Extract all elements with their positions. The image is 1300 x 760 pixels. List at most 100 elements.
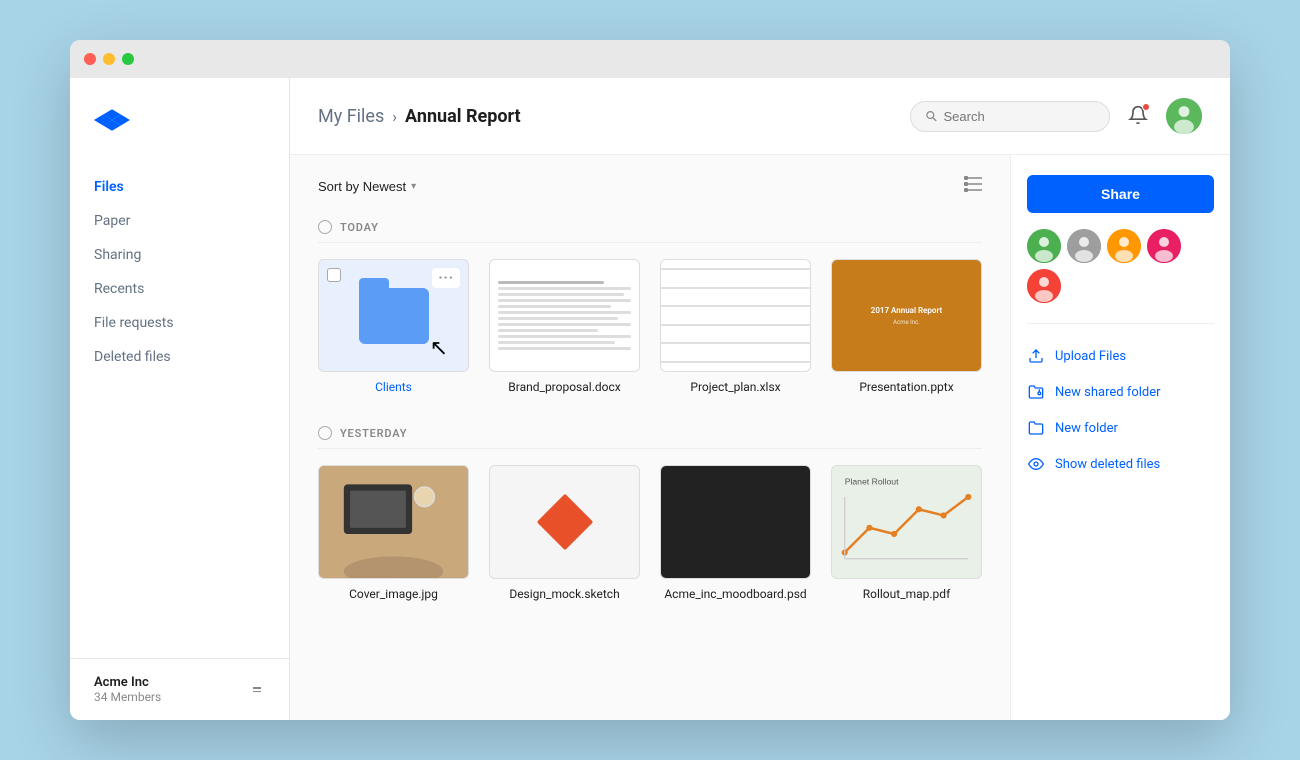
- breadcrumb: My Files › Annual Report: [318, 106, 521, 127]
- new-folder-action[interactable]: New folder: [1027, 410, 1214, 446]
- file-item-brand-proposal[interactable]: Brand_proposal.docx: [489, 259, 640, 394]
- clock-icon-2: [318, 426, 332, 440]
- new-folder-icon: [1027, 419, 1045, 437]
- file-name-clients: Clients: [375, 380, 412, 394]
- breadcrumb-current: Annual Report: [405, 106, 521, 127]
- chevron-down-line: [253, 691, 261, 693]
- sidebar-footer-chevron[interactable]: [249, 683, 265, 696]
- sort-button[interactable]: Sort by Newest ▾: [318, 179, 416, 194]
- photo-svg: [319, 466, 468, 577]
- breadcrumb-parent[interactable]: My Files: [318, 106, 384, 127]
- sheet-thumbnail: [660, 259, 811, 372]
- file-item-rollout-map[interactable]: Planet Rollout: [831, 465, 982, 600]
- sidebar: Files Paper Sharing Recents File request…: [70, 78, 290, 720]
- photo-thumbnail: [318, 465, 469, 578]
- sidebar-footer: Acme Inc 34 Members: [70, 658, 289, 720]
- notifications-button[interactable]: [1124, 101, 1152, 132]
- close-dot[interactable]: [84, 53, 96, 65]
- header: My Files › Annual Report: [290, 78, 1230, 155]
- show-deleted-action[interactable]: Show deleted files: [1027, 446, 1214, 482]
- breadcrumb-separator: ›: [392, 107, 397, 126]
- file-name-cover-image: Cover_image.jpg: [349, 587, 438, 601]
- pdf-thumbnail: Planet Rollout: [831, 465, 982, 578]
- header-right: [910, 98, 1202, 134]
- file-name-design-mock: Design_mock.sketch: [509, 587, 619, 601]
- new-folder-label: New folder: [1055, 421, 1118, 436]
- clock-icon: [318, 220, 332, 234]
- acme-inc-info: Acme Inc 34 Members: [94, 675, 161, 704]
- list-view-button[interactable]: [964, 175, 982, 198]
- collaborator-avatar-1[interactable]: [1027, 229, 1061, 263]
- collaborator-avatar-3[interactable]: [1107, 229, 1141, 263]
- sort-label: Sort by Newest: [318, 179, 406, 194]
- list-view-icon: [964, 175, 982, 193]
- sketch-thumbnail: [489, 465, 640, 578]
- sidebar-item-deleted-files[interactable]: Deleted files: [82, 340, 277, 374]
- sidebar-nav: Files Paper Sharing Recents File request…: [70, 170, 289, 658]
- file-item-clients[interactable]: ··· ↖ Clients: [318, 259, 469, 394]
- files-area: Sort by Newest ▾: [290, 155, 1010, 720]
- collaborator-avatar-5[interactable]: [1027, 269, 1061, 303]
- sidebar-item-sharing[interactable]: Sharing: [82, 238, 277, 272]
- eye-icon: [1027, 455, 1045, 473]
- upload-files-label: Upload Files: [1055, 349, 1126, 364]
- file-name-presentation: Presentation.pptx: [859, 380, 953, 394]
- collaborators-avatars: [1027, 229, 1214, 303]
- right-panel: Share: [1010, 155, 1230, 720]
- section-yesterday-header: YESTERDAY: [318, 418, 982, 449]
- app-body: Files Paper Sharing Recents File request…: [70, 78, 1230, 720]
- member-count: 34 Members: [94, 690, 161, 704]
- file-item-design-mock[interactable]: Design_mock.sketch: [489, 465, 640, 600]
- upload-icon: [1027, 347, 1045, 365]
- file-item-moodboard[interactable]: Acme_inc_moodboard.psd: [660, 465, 811, 600]
- files-grid-yesterday: Cover_image.jpg Design_mock.sketch: [318, 465, 982, 600]
- maximize-dot[interactable]: [122, 53, 134, 65]
- pres-title-text: 2017 Annual Report: [871, 306, 942, 315]
- sketch-diamond: [536, 494, 593, 551]
- folder-more-btn[interactable]: ···: [432, 268, 460, 288]
- av5-inner: [1027, 269, 1061, 303]
- cursor-indicator: ↖: [430, 336, 448, 361]
- sidebar-item-paper[interactable]: Paper: [82, 204, 277, 238]
- chevron-up-line: [253, 687, 261, 689]
- panel-divider: [1027, 323, 1214, 324]
- file-item-presentation[interactable]: 2017 Annual Report Acme Inc. Presentatio…: [831, 259, 982, 394]
- main-area: My Files › Annual Report: [290, 78, 1230, 720]
- collaborator-avatar-2[interactable]: [1067, 229, 1101, 263]
- files-grid-today: ··· ↖ Clients: [318, 259, 982, 394]
- file-item-cover-image[interactable]: Cover_image.jpg: [318, 465, 469, 600]
- pres-thumbnail: 2017 Annual Report Acme Inc.: [831, 259, 982, 372]
- dropbox-logo: [94, 102, 130, 138]
- sort-chevron-icon: ▾: [411, 181, 416, 192]
- shared-folder-icon: [1027, 383, 1045, 401]
- new-shared-folder-action[interactable]: New shared folder: [1027, 374, 1214, 410]
- sidebar-item-recents[interactable]: Recents: [82, 272, 277, 306]
- minimize-dot[interactable]: [103, 53, 115, 65]
- search-input[interactable]: [943, 109, 1095, 124]
- pdf-chart-svg: Planet Rollout: [832, 466, 981, 577]
- folder-thumbnail: ··· ↖: [318, 259, 469, 372]
- section-today-label: TODAY: [340, 221, 379, 234]
- av3-inner: [1107, 229, 1141, 263]
- user-avatar[interactable]: [1166, 98, 1202, 134]
- notification-dot: [1142, 103, 1150, 111]
- av4-inner: [1147, 229, 1181, 263]
- av2-inner: [1067, 229, 1101, 263]
- av1-inner: [1027, 229, 1061, 263]
- share-button[interactable]: Share: [1027, 175, 1214, 213]
- pres-subtitle-text: Acme Inc.: [893, 319, 920, 326]
- titlebar: [70, 40, 1230, 78]
- search-icon: [925, 109, 937, 123]
- file-name-brand-proposal: Brand_proposal.docx: [508, 380, 620, 394]
- search-box[interactable]: [910, 101, 1110, 132]
- collaborator-avatar-4[interactable]: [1147, 229, 1181, 263]
- file-name-project-plan: Project_plan.xlsx: [690, 380, 780, 394]
- file-name-moodboard: Acme_inc_moodboard.psd: [664, 587, 806, 601]
- sidebar-item-file-requests[interactable]: File requests: [82, 306, 277, 340]
- show-deleted-label: Show deleted files: [1055, 457, 1160, 472]
- file-item-project-plan[interactable]: Project_plan.xlsx: [660, 259, 811, 394]
- folder-checkbox[interactable]: [327, 268, 341, 282]
- sidebar-item-files[interactable]: Files: [82, 170, 277, 204]
- upload-files-action[interactable]: Upload Files: [1027, 338, 1214, 374]
- content-area: Sort by Newest ▾: [290, 155, 1230, 720]
